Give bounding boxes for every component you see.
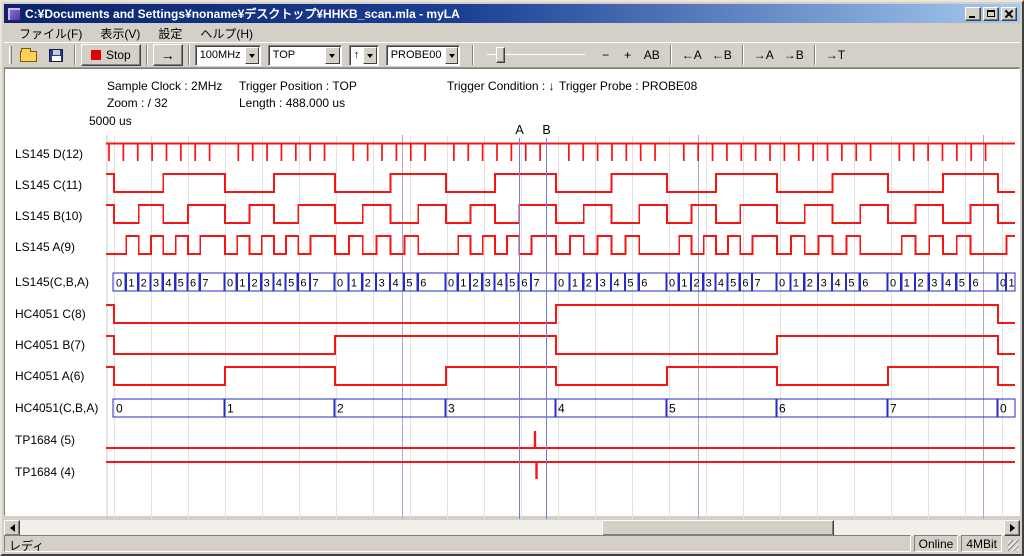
trigger-position-combo[interactable]: TOP — [268, 45, 342, 66]
sample-clock-info: Sample Clock : 2MHz — [107, 79, 222, 93]
channel-label: HC4051 B(7) — [15, 338, 85, 352]
menubar: ファイル(F) 表示(V) 設定 ヘルプ(H) — [4, 24, 1020, 42]
time-scale-label: 5000 us — [89, 114, 132, 128]
window-title: C:¥Documents and Settings¥noname¥デスクトップ¥… — [25, 5, 963, 22]
toolbar-separator — [146, 45, 148, 65]
minimize-button[interactable] — [965, 7, 981, 21]
goto-cursor-b-button[interactable]: ←B — [707, 45, 737, 65]
channel-label: TP1684 (5) — [15, 433, 75, 447]
chevron-down-icon[interactable] — [445, 47, 457, 64]
zoom-slider[interactable] — [485, 45, 587, 65]
trigger-probe-value: PROBE00 — [387, 46, 445, 65]
chevron-down-icon[interactable] — [363, 47, 377, 64]
menu-file[interactable]: ファイル(F) — [10, 23, 91, 44]
menu-help[interactable]: ヘルプ(H) — [191, 23, 262, 44]
channel-label: LS145(C,B,A) — [15, 275, 89, 289]
stop-icon — [91, 50, 101, 60]
toolbar-separator — [670, 45, 672, 65]
trigger-edge-value: ↑ — [350, 46, 363, 65]
zoom-ab-button[interactable]: AB — [639, 45, 665, 65]
menu-settings[interactable]: 設定 — [149, 23, 191, 44]
zoom-slider-handle[interactable] — [496, 47, 505, 63]
channel-label: LS145 D(12) — [15, 147, 83, 161]
save-file-button[interactable] — [42, 44, 69, 66]
goto-trigger-button[interactable]: →T — [821, 45, 850, 65]
zoom-in-button[interactable]: + — [617, 45, 639, 65]
statusbar: レディ Online 4MBit — [4, 532, 1020, 552]
trigger-edge-combo[interactable]: ↑ — [349, 45, 379, 66]
channel-label: HC4051(C,B,A) — [15, 401, 98, 415]
length-info: Length : 488.000 us — [239, 96, 345, 110]
set-cursor-b-button[interactable]: →B — [779, 45, 809, 65]
close-button[interactable] — [1001, 7, 1017, 21]
channel-label: LS145 A(9) — [15, 240, 75, 254]
toolbar-separator — [472, 45, 474, 65]
stop-label: Stop — [106, 48, 131, 62]
zoom-info: Zoom : / 32 — [107, 96, 168, 110]
status-memory: 4MBit — [961, 535, 1002, 552]
app-icon — [7, 7, 21, 21]
open-file-button[interactable] — [15, 44, 42, 66]
toolbar-separator — [742, 45, 744, 65]
channel-label: HC4051 C(8) — [15, 307, 86, 321]
channel-label: TP1684 (4) — [15, 465, 75, 479]
toolbar-separator — [814, 45, 816, 65]
save-floppy-icon — [49, 49, 63, 62]
toolbar-grip — [9, 46, 12, 64]
trigger-probe-info: Trigger Probe : PROBE08 — [559, 79, 697, 93]
toolbar-separator — [188, 45, 190, 65]
trigger-position-info: Trigger Position : TOP — [239, 79, 357, 93]
titlebar[interactable]: C:¥Documents and Settings¥noname¥デスクトップ¥… — [4, 4, 1020, 23]
channel-label: LS145 B(10) — [15, 209, 82, 223]
resize-grip[interactable] — [1005, 535, 1020, 552]
set-cursor-a-button[interactable]: →A — [749, 45, 779, 65]
close-icon — [1005, 10, 1013, 18]
chevron-down-icon[interactable] — [245, 47, 259, 64]
trigger-condition-info: Trigger Condition : ↓ — [447, 79, 555, 93]
channel-label: LS145 C(11) — [15, 178, 82, 192]
triangle-left-icon — [6, 524, 15, 532]
toolbar-separator — [74, 45, 76, 65]
waveform-client-area — [4, 68, 1020, 516]
menu-view[interactable]: 表示(V) — [91, 23, 149, 44]
channel-label: HC4051 A(6) — [15, 369, 84, 383]
app-window: C:¥Documents and Settings¥noname¥デスクトップ¥… — [0, 0, 1024, 556]
status-online: Online — [914, 535, 959, 552]
maximize-button[interactable] — [983, 7, 999, 21]
goto-cursor-a-button[interactable]: ←A — [677, 45, 707, 65]
maximize-icon — [987, 10, 995, 17]
stop-button[interactable]: Stop — [81, 44, 141, 66]
sample-clock-combo[interactable]: 100MHz — [195, 45, 261, 66]
open-folder-icon — [20, 51, 37, 62]
single-run-button[interactable]: → — [153, 44, 183, 66]
trigger-position-value: TOP — [269, 46, 324, 65]
status-ready: レディ — [4, 535, 911, 552]
zoom-out-button[interactable]: − — [595, 45, 617, 65]
trigger-probe-combo[interactable]: PROBE00 — [386, 45, 460, 66]
sample-clock-value: 100MHz — [196, 46, 244, 65]
toolbar: Stop → 100MHz TOP ↑ PROBE00 − + AB ←A — [4, 42, 1020, 68]
triangle-right-icon — [1010, 524, 1019, 532]
minimize-icon — [969, 16, 975, 18]
chevron-down-icon[interactable] — [325, 47, 340, 64]
